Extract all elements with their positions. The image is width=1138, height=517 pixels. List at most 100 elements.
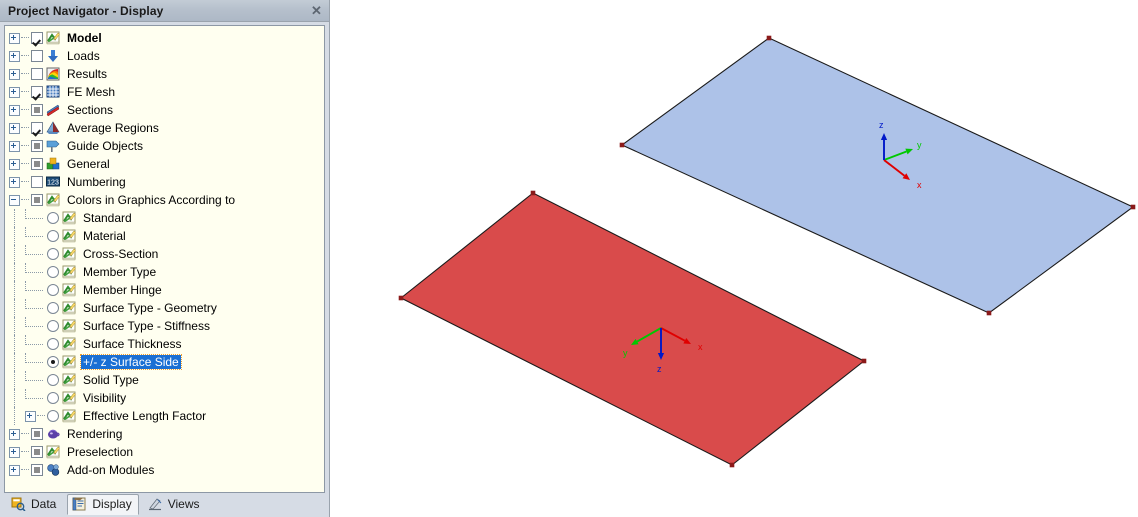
tree-expander[interactable] [9,176,20,188]
tree-expander[interactable] [9,104,20,116]
tree-checkbox[interactable] [31,50,43,62]
tree-item-average-regions[interactable]: Average Regions [5,119,324,137]
tree-item-colors-in-graphics-according-to[interactable]: Colors in Graphics According to [5,191,324,209]
tree-item-material[interactable]: Material [5,227,324,245]
tree-item-results[interactable]: Results [5,65,324,83]
tree-radio[interactable] [47,284,59,296]
tree-item-visibility[interactable]: Visibility [5,389,324,407]
tree-item-cross-section[interactable]: Cross-Section [5,245,324,263]
tree-radio[interactable] [47,248,59,260]
close-icon[interactable]: ✕ [308,3,325,19]
panel-tab-data[interactable]: Data [6,494,63,515]
tree-radio[interactable] [47,374,59,386]
tree-item-model[interactable]: Model [5,29,324,47]
panel-tab-views[interactable]: Views [143,494,207,515]
upper-surface-axis-z-label: z [879,120,884,130]
upper-surface-polygon[interactable] [620,37,1135,314]
tree-item-add-on-modules[interactable]: Add-on Modules [5,461,324,479]
tree-item-z-surface-side[interactable]: +/- z Surface Side [5,353,324,371]
tree-connector [25,299,43,309]
tree-expander[interactable] [9,86,20,98]
tree-item-member-type[interactable]: Member Type [5,263,324,281]
tree-expander[interactable] [9,428,20,440]
tree-item-standard[interactable]: Standard [5,209,324,227]
tree-expander[interactable] [9,158,20,170]
tree-scroll-area[interactable]: Model Loads Results FE Mesh Sections Average … [4,25,325,493]
tree-checkbox[interactable] [31,158,43,170]
tree-item-effective-length-factor[interactable]: Effective Length Factor [5,407,324,425]
panel-tab-display[interactable]: Display [67,494,139,515]
tree-item-surface-type-stiffness[interactable]: Surface Type - Stiffness [5,317,324,335]
tree-item-surface-type-geometry[interactable]: Surface Type - Geometry [5,299,324,317]
tree-radio[interactable] [47,302,59,314]
tree-checkbox[interactable] [31,176,43,188]
tree-connector [21,37,29,39]
tree-expander[interactable] [9,122,20,134]
tree-item-preselection[interactable]: Preselection [5,443,324,461]
lower-surface-node-2[interactable] [398,295,404,301]
tree-radio[interactable] [47,338,59,350]
tree-checkbox[interactable] [31,32,43,44]
tree-connector [14,281,24,299]
tree-checkbox[interactable] [31,68,43,80]
lower-surface-polygon[interactable] [399,192,866,466]
tree-radio[interactable] [47,266,59,278]
tree-radio[interactable] [47,320,59,332]
tree-expander[interactable] [9,32,20,44]
tree-connector [14,335,24,353]
tree-item-sections[interactable]: Sections [5,101,324,119]
tree-checkbox[interactable] [31,446,43,458]
tree-expander[interactable] [9,446,20,458]
tree-expander[interactable] [9,464,20,476]
lower-surface-node-1[interactable] [530,190,536,196]
tree-expander[interactable] [9,194,20,206]
tree-radio[interactable] [47,230,59,242]
tree-expander[interactable] [9,140,20,152]
tree-radio[interactable] [47,410,59,422]
upper-surface[interactable]: y x z [619,35,1136,316]
tree-radio[interactable] [47,356,59,368]
tree-checkbox[interactable] [31,122,43,134]
tree-item-solid-type[interactable]: Solid Type [5,371,324,389]
upper-surface-node-1[interactable] [766,35,772,41]
tree-item-guide-objects[interactable]: Guide Objects [5,137,324,155]
tree-checkbox[interactable] [31,104,43,116]
upper-surface-node-4[interactable] [1130,204,1136,210]
tree-connector [21,451,29,453]
tree-connector [25,227,43,237]
numbering-icon: 123 [46,175,61,189]
tree-checkbox[interactable] [31,428,43,440]
tree-checkbox[interactable] [31,194,43,206]
colors-icon [62,355,77,369]
lower-surface-node-3[interactable] [729,462,735,468]
tree-item-member-hinge[interactable]: Member Hinge [5,281,324,299]
tree-item-rendering[interactable]: Rendering [5,425,324,443]
tree-expander[interactable] [9,68,20,80]
lower-surface[interactable]: y x z [398,190,867,468]
upper-surface-node-2[interactable] [619,142,625,148]
tree-item-surface-thickness[interactable]: Surface Thickness [5,335,324,353]
tree-checkbox[interactable] [31,464,43,476]
tree-item-label: Surface Type - Stiffness [83,319,210,333]
tree-expander[interactable] [9,50,20,62]
project-navigator-panel: Project Navigator - Display ✕ Model Loads… [0,0,330,517]
tree-item-label: +/- z Surface Side [80,354,182,370]
tree-item-numbering[interactable]: 123 Numbering [5,173,324,191]
tree-expander[interactable] [25,410,36,422]
tree-radio[interactable] [47,392,59,404]
views-icon [148,497,163,511]
tree-item-label: Member Hinge [83,283,162,297]
tree-item-label: Results [67,67,108,81]
tree-item-fe-mesh[interactable]: FE Mesh [5,83,324,101]
tree-connector [14,371,24,389]
tree-item-loads[interactable]: Loads [5,47,324,65]
tree-connector [25,281,43,291]
tree-checkbox[interactable] [31,86,43,98]
tree-radio[interactable] [47,212,59,224]
tree-connector [37,415,45,417]
lower-surface-node-4[interactable] [861,358,867,364]
3d-viewport[interactable]: y x z y x z [330,0,1138,517]
tree-checkbox[interactable] [31,140,43,152]
upper-surface-node-3[interactable] [986,310,992,316]
tree-item-general[interactable]: General [5,155,324,173]
